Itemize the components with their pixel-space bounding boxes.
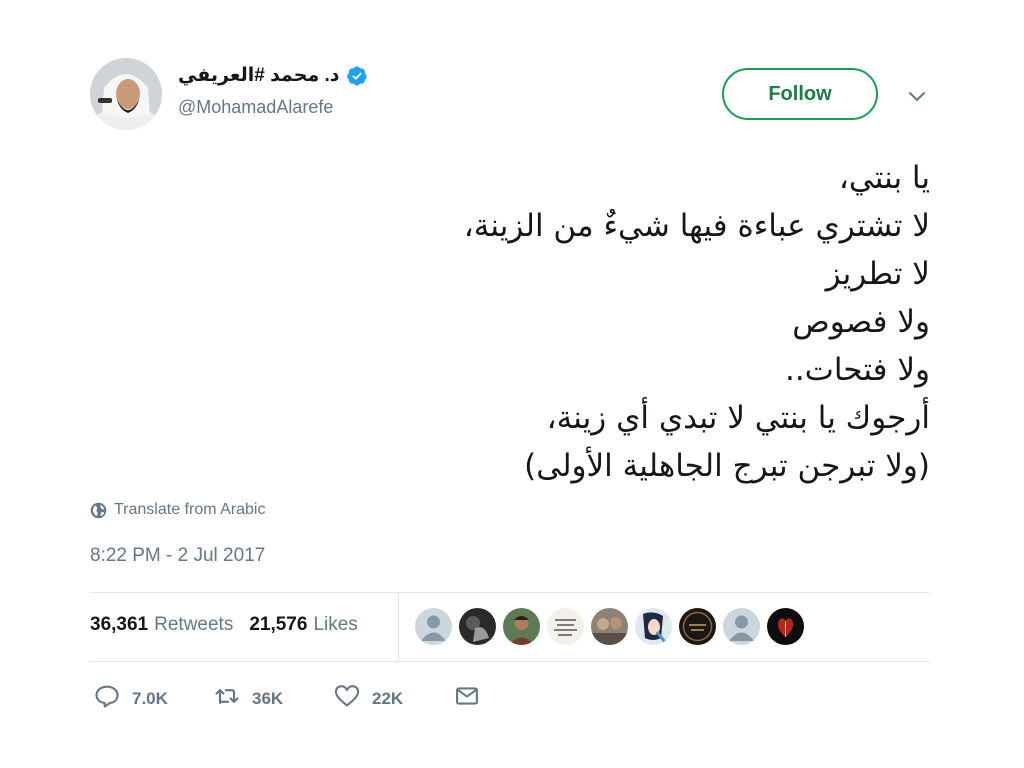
retweet-count: 36K xyxy=(252,688,284,708)
likes-label: Likes xyxy=(313,614,358,635)
tweet-line: (ولا تبرجن تبرج الجاهلية الأولى) xyxy=(524,448,930,484)
tweet-text: يا بنتي، لا تشتري عباءة فيها شيءٌ من الز… xyxy=(170,154,930,490)
author-avatar[interactable] xyxy=(90,58,162,130)
retweets-label: Retweets xyxy=(154,614,234,635)
photo-avatar-dark[interactable] xyxy=(459,608,496,645)
divider xyxy=(90,592,930,593)
divider xyxy=(90,661,930,662)
tweet-line: ولا فتحات.. xyxy=(784,352,930,388)
author-name-row: د. محمد #العريفي xyxy=(178,64,368,87)
retweet-button[interactable]: 36K xyxy=(213,682,333,715)
tweet-line: يا بنتي، xyxy=(838,160,930,196)
direct-message-button[interactable] xyxy=(453,682,481,715)
verified-badge-icon xyxy=(346,65,368,87)
like-button[interactable]: 22K xyxy=(333,682,453,715)
author-handle[interactable]: @MohamadAlarefe xyxy=(178,97,333,118)
tweet-line: ولا فصوص xyxy=(792,304,930,340)
reply-button[interactable]: 7.0K xyxy=(93,682,213,715)
tweet-line: أرجوك يا بنتي لا تبدي أي زينة، xyxy=(546,400,930,436)
like-count: 22K xyxy=(372,688,404,708)
retweets-count: 36,361 xyxy=(90,614,149,635)
photo-avatar-anime[interactable] xyxy=(635,608,672,645)
tweet-actions: 7.0K 36K 22K xyxy=(93,682,481,715)
tweet-line: لا تشتري عباءة فيها شيءٌ من الزينة، xyxy=(463,208,930,244)
author-display-name[interactable]: د. محمد #العريفي xyxy=(178,64,340,87)
likes-stat[interactable]: 21,576 Likes xyxy=(249,614,357,636)
default-avatar[interactable] xyxy=(415,608,452,645)
stats-vertical-divider xyxy=(398,593,399,661)
translate-label: Translate from Arabic xyxy=(114,501,266,518)
follow-button[interactable]: Follow xyxy=(722,68,878,120)
likes-count: 21,576 xyxy=(249,614,308,635)
envelope-icon xyxy=(453,682,481,715)
reply-icon xyxy=(93,682,121,715)
photo-avatar-person[interactable] xyxy=(503,608,540,645)
photo-avatar-group[interactable] xyxy=(591,608,628,645)
chevron-down-icon[interactable] xyxy=(905,84,929,108)
calligraphy-avatar[interactable] xyxy=(547,608,584,645)
default-avatar[interactable] xyxy=(723,608,760,645)
globe-icon xyxy=(90,502,107,519)
heart-icon xyxy=(333,682,361,715)
tweet-stats: 36,361 Retweets 21,576 Likes xyxy=(90,614,374,636)
retweets-stat[interactable]: 36,361 Retweets xyxy=(90,614,233,636)
translate-link[interactable]: Translate from Arabic xyxy=(90,501,265,519)
liked-by-avatars xyxy=(415,608,804,645)
tweet-timestamp[interactable]: 8:22 PM - 2 Jul 2017 xyxy=(90,545,265,567)
photo-avatar-red[interactable] xyxy=(767,608,804,645)
dark-text-avatar[interactable] xyxy=(679,608,716,645)
tweet-card: د. محمد #العريفي @MohamadAlarefe Follow … xyxy=(0,0,1024,768)
tweet-line: لا تطريز xyxy=(825,256,930,292)
reply-count: 7.0K xyxy=(132,688,168,708)
retweet-icon xyxy=(213,682,241,715)
